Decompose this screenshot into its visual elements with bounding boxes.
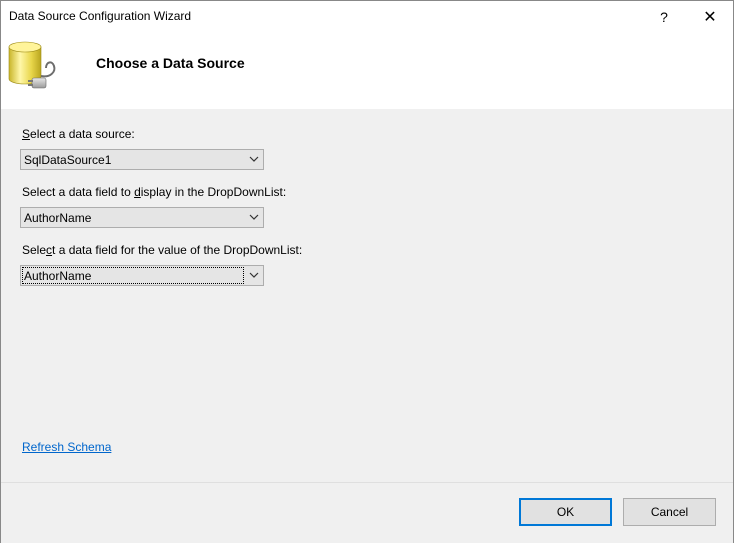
- display-field-label: Select a data field to display in the Dr…: [22, 185, 287, 199]
- display-field-combobox[interactable]: AuthorName: [20, 207, 264, 228]
- cancel-button[interactable]: Cancel: [623, 498, 716, 526]
- database-plug-icon: [8, 41, 56, 89]
- wizard-content: Select a data source: SqlDataSource1 Sel…: [1, 109, 733, 482]
- chevron-down-icon: [249, 156, 259, 162]
- value-field-value: AuthorName: [24, 269, 92, 283]
- close-icon: ✕: [703, 8, 717, 26]
- help-button[interactable]: ?: [641, 1, 687, 32]
- value-field-label: Select a data field for the value of the…: [22, 243, 303, 257]
- ok-button[interactable]: OK: [519, 498, 612, 526]
- chevron-down-icon: [249, 272, 259, 278]
- close-button[interactable]: ✕: [687, 1, 733, 32]
- refresh-schema-link[interactable]: Refresh Schema: [22, 440, 111, 454]
- wizard-dialog: Data Source Configuration Wizard ? ✕ Cho…: [0, 0, 734, 543]
- data-source-combobox[interactable]: SqlDataSource1: [20, 149, 264, 170]
- window-title: Data Source Configuration Wizard: [9, 9, 192, 23]
- wizard-header: Choose a Data Source: [1, 32, 733, 109]
- chevron-down-icon: [249, 214, 259, 220]
- display-field-value: AuthorName: [24, 211, 92, 225]
- data-source-value: SqlDataSource1: [24, 153, 112, 167]
- help-icon: ?: [660, 8, 668, 25]
- page-title: Choose a Data Source: [96, 55, 245, 71]
- value-field-combobox[interactable]: AuthorName: [20, 265, 264, 286]
- data-source-label: Select a data source:: [22, 127, 135, 141]
- title-bar: Data Source Configuration Wizard ? ✕: [1, 1, 733, 32]
- wizard-footer: OK Cancel: [1, 482, 733, 543]
